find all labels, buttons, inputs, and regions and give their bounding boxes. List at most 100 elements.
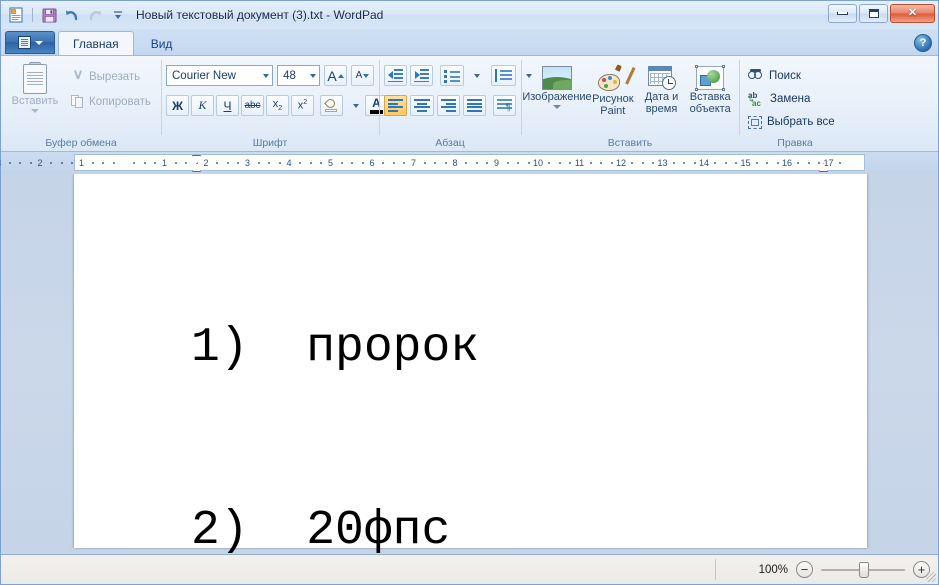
replace-button[interactable]: ab ↳ ac Замена [744, 88, 846, 110]
insert-object-icon [695, 65, 726, 91]
status-bar: 100% − + [1, 554, 938, 584]
text-highlight-dropdown[interactable] [343, 95, 363, 116]
replace-icon: ab ↳ ac [748, 91, 761, 108]
italic-button[interactable]: К [191, 95, 214, 116]
qat-divider [32, 8, 33, 22]
superscript-button[interactable]: x2 [291, 95, 314, 116]
minus-icon: − [800, 561, 809, 577]
insert-picture-button[interactable]: Изображение [522, 64, 592, 109]
subscript-button[interactable]: x2 [266, 95, 289, 116]
align-left-button[interactable] [384, 95, 408, 116]
ruler[interactable]: 3211234567891011121314151617 [0, 154, 865, 172]
ruler-tick-label: 6 [369, 158, 375, 168]
bold-button[interactable]: Ж [166, 95, 189, 116]
find-button[interactable]: Поиск [744, 65, 846, 87]
superscript-mark: 2 [303, 99, 308, 107]
font-family-combo[interactable]: Courier New [166, 65, 274, 86]
font-size-combo[interactable]: 48 [277, 65, 320, 86]
date-time-label: Дата и время [644, 91, 679, 115]
line-spacing-icon [495, 69, 512, 82]
ribbon-group-clipboard: Вставить Вырезать Копировать Буфер обмен… [1, 56, 161, 151]
shrink-font-button[interactable]: A [351, 65, 374, 86]
italic-label: К [198, 98, 207, 112]
text-highlight-button[interactable] [320, 95, 343, 116]
paste-button[interactable]: Вставить [6, 60, 64, 113]
ruler-tick-label: 16 [781, 158, 793, 168]
help-button[interactable]: ? [914, 34, 932, 52]
align-justify-button[interactable] [462, 95, 486, 116]
copy-button[interactable]: Копировать [67, 91, 154, 112]
zoom-slider-thumb[interactable] [859, 562, 869, 578]
tab-view[interactable]: Вид [137, 33, 187, 55]
align-center-button[interactable] [410, 95, 434, 116]
minimize-button[interactable] [828, 4, 857, 23]
document-text[interactable]: 1) пророк 2) 20фпс 3) Сумонерд [191, 196, 857, 554]
ruler-tick [486, 162, 489, 164]
ruler-tick [818, 162, 821, 164]
resize-grip[interactable] [926, 572, 936, 582]
find-icon [748, 69, 764, 83]
undo-icon[interactable] [62, 5, 82, 25]
paint-drawing-button[interactable]: Рисунок Paint [589, 64, 637, 117]
bullets-dropdown[interactable] [464, 65, 484, 86]
wordpad-window: Новый текстовый документ (3).txt - WordP… [0, 0, 939, 585]
underline-label: Ч [223, 98, 232, 113]
maximize-button[interactable] [859, 4, 888, 23]
ruler-tick-label: 1 [161, 158, 168, 168]
bullets-button[interactable] [440, 65, 464, 86]
ruler-tick [807, 162, 810, 164]
tab-home[interactable]: Главная [58, 31, 134, 55]
ruler-tick [340, 162, 343, 164]
ruler-tick-label: 10 [532, 158, 544, 168]
ruler-tick-label: 4 [286, 158, 292, 168]
ruler-tick [278, 162, 281, 164]
zoom-slider[interactable] [821, 561, 905, 578]
close-button[interactable]: ✕ [890, 4, 935, 23]
wordpad-document-icon[interactable] [6, 5, 26, 25]
document-line: 2) 20фпс [191, 504, 451, 554]
increase-indent-button[interactable] [410, 65, 433, 86]
select-all-button[interactable]: Выбрать все [744, 111, 846, 133]
caret-up-icon [337, 73, 344, 78]
ruler-tick [216, 162, 219, 164]
line-spacing-button[interactable] [491, 65, 516, 86]
align-right-button[interactable] [436, 95, 460, 116]
increase-indent-icon [414, 69, 429, 82]
redo-icon [85, 5, 105, 25]
zoom-out-button[interactable]: − [796, 561, 813, 578]
ruler-tick [226, 162, 229, 164]
decrease-indent-button[interactable] [384, 65, 407, 86]
ruler-tick [174, 162, 177, 164]
ruler-tick [71, 162, 74, 164]
ruler-tick-label: 3 [244, 158, 251, 168]
application-menu-button[interactable] [5, 31, 55, 54]
ruler-bar: 3211234567891011121314151617 [0, 152, 938, 174]
ruler-tick-label: 1 [78, 158, 85, 168]
chevron-down-icon [310, 73, 316, 78]
ruler-tick [444, 162, 447, 164]
insert-group-label: Вставить [607, 137, 653, 149]
ruler-tick [569, 162, 572, 164]
ruler-tick [60, 162, 63, 164]
date-time-button[interactable]: Дата и время [638, 64, 686, 115]
save-icon[interactable] [39, 5, 59, 25]
strikethrough-button[interactable]: abc [241, 95, 264, 116]
bullet-list-icon [444, 69, 460, 83]
ruler-tick [112, 162, 115, 164]
ribbon-tab-strip: Главная Вид ? [1, 29, 938, 55]
ruler-tick [8, 162, 11, 164]
grow-font-button[interactable]: A [324, 65, 347, 86]
insert-object-button[interactable]: Вставка объекта [686, 64, 734, 115]
ruler-tick [724, 162, 727, 164]
ruler-tick [714, 162, 717, 164]
paragraph-settings-button[interactable]: ¶ [493, 95, 516, 116]
cut-button[interactable]: Вырезать [67, 66, 154, 87]
underline-button[interactable]: Ч [216, 95, 239, 116]
caret-down-icon [363, 73, 370, 78]
ruler-tick [755, 162, 758, 164]
ruler-tick [735, 162, 738, 164]
select-all-label: Выбрать все [767, 116, 835, 128]
customize-qat-icon[interactable] [108, 5, 128, 25]
insert-picture-label: Изображение [522, 91, 592, 103]
document-page[interactable]: 1) пророк 2) 20фпс 3) Сумонерд [74, 174, 867, 554]
